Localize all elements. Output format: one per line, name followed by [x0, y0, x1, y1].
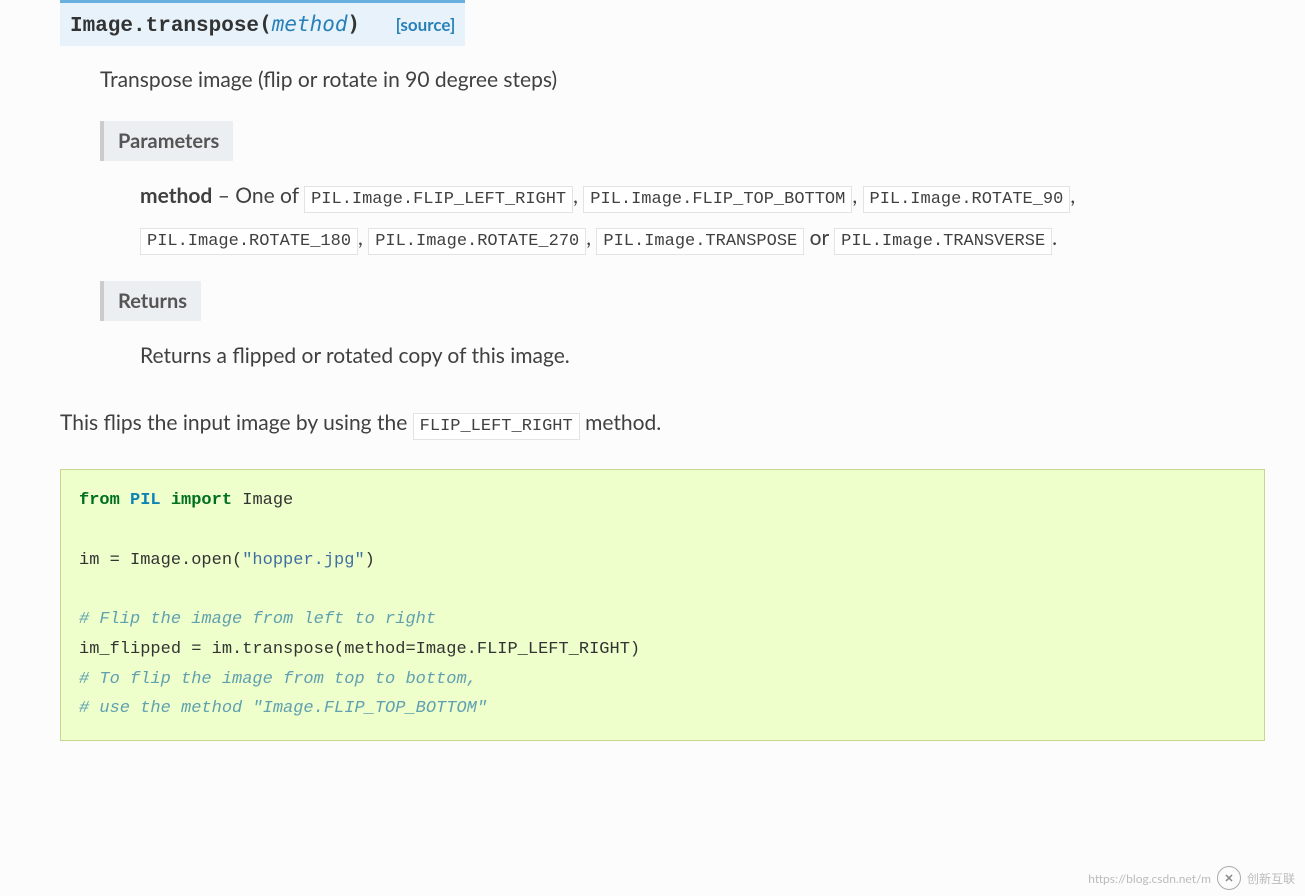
watermark-brand: 创新互联 — [1247, 870, 1295, 887]
watermark-logo-icon: ✕ — [1217, 866, 1241, 890]
parameters-block: Parameters method – One of PIL.Image.FLI… — [100, 121, 1265, 259]
method-signature: Image.transpose(method) [source] — [60, 0, 465, 46]
param-option: PIL.Image.FLIP_LEFT_RIGHT — [304, 186, 573, 213]
inline-code: FLIP_LEFT_RIGHT — [413, 413, 580, 440]
param-option: PIL.Image.TRANSVERSE — [834, 228, 1052, 255]
param-option: PIL.Image.ROTATE_90 — [863, 186, 1071, 213]
param-option: PIL.Image.TRANSPOSE — [596, 228, 804, 255]
returns-label: Returns — [100, 281, 201, 321]
watermark: https://blog.csdn.net/m ✕ 创新互联 — [1088, 866, 1295, 890]
parameters-label: Parameters — [100, 121, 233, 161]
param-option: PIL.Image.FLIP_TOP_BOTTOM — [583, 186, 852, 213]
returns-body: Returns a flipped or rotated copy of thi… — [140, 335, 1265, 377]
parameters-body: method – One of PIL.Image.FLIP_LEFT_RIGH… — [140, 175, 1265, 259]
source-link[interactable]: [source] — [396, 14, 456, 35]
signature-param: method — [272, 12, 348, 36]
method-description: Transpose image (flip or rotate in 90 de… — [100, 64, 1265, 96]
returns-block: Returns Returns a flipped or rotated cop… — [100, 281, 1265, 377]
code-example: from PIL import Image im = Image.open("h… — [60, 469, 1265, 741]
param-option: PIL.Image.ROTATE_270 — [368, 228, 586, 255]
param-name: method — [140, 183, 212, 208]
signature-classname: Image.transpose — [70, 15, 259, 38]
param-option: PIL.Image.ROTATE_180 — [140, 228, 358, 255]
watermark-url: https://blog.csdn.net/m — [1088, 871, 1211, 886]
body-text: This flips the input image by using the … — [60, 407, 1265, 440]
